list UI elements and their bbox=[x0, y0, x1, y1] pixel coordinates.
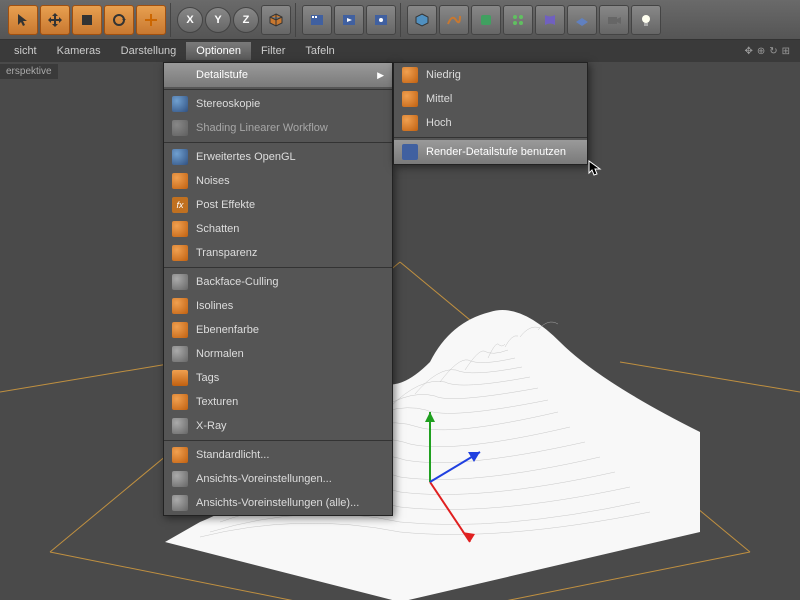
nav-icon[interactable]: ⊞ bbox=[782, 46, 790, 57]
menu-item-label: X-Ray bbox=[196, 420, 227, 432]
menu-item[interactable]: Ansichts-Voreinstellungen (alle)... bbox=[164, 491, 392, 515]
menu-item[interactable]: Normalen bbox=[164, 342, 392, 366]
render-btn-3[interactable] bbox=[366, 5, 396, 35]
optionen-dropdown: Detailstufe ▶ Stereoskopie Shading Linearer… bbox=[163, 62, 393, 516]
menu-sicht[interactable]: sicht bbox=[4, 42, 47, 60]
axis-move-tool[interactable] bbox=[136, 5, 166, 35]
nav-icon[interactable]: ↻ bbox=[769, 46, 777, 57]
menu-item-label: Standardlicht... bbox=[196, 449, 269, 461]
menu-right-icons: ✥ ⊕ ↻ ⊞ bbox=[744, 46, 796, 57]
menu-item[interactable]: Isolines bbox=[164, 294, 392, 318]
menu-item[interactable]: Standardlicht... bbox=[164, 443, 392, 467]
menu-item-label: Ansichts-Voreinstellungen (alle)... bbox=[196, 497, 359, 509]
viewport-menubar: sicht Kameras Darstellung Optionen Filte… bbox=[0, 40, 800, 62]
menu-item-label: Shading Linearer Workflow bbox=[196, 122, 328, 134]
submenu-item[interactable]: Render-Detailstufe benutzen bbox=[394, 140, 587, 164]
submenu-item[interactable]: Hoch bbox=[394, 111, 587, 135]
menu-kameras[interactable]: Kameras bbox=[47, 42, 111, 60]
submenu-item[interactable]: Mittel bbox=[394, 87, 587, 111]
menu-item[interactable]: Ebenenfarbe bbox=[164, 318, 392, 342]
main-toolbar: X Y Z bbox=[0, 0, 800, 40]
menu-tafeln[interactable]: Tafeln bbox=[295, 42, 344, 60]
viewport-label: erspektive bbox=[0, 64, 58, 79]
menu-item-label: Ebenenfarbe bbox=[196, 324, 259, 336]
rotate-tool[interactable] bbox=[104, 5, 134, 35]
menu-item[interactable]: Stereoskopie bbox=[164, 92, 392, 116]
prim-floor[interactable] bbox=[567, 5, 597, 35]
transform-tools bbox=[4, 3, 171, 37]
menu-item[interactable]: Erweitertes OpenGL bbox=[164, 145, 392, 169]
separator bbox=[394, 137, 587, 138]
menu-item-label: Texturen bbox=[196, 396, 238, 408]
menu-item-label: Normalen bbox=[196, 348, 244, 360]
z-axis-toggle[interactable]: Z bbox=[233, 7, 259, 33]
menu-item[interactable]: Shading Linearer Workflow bbox=[164, 116, 392, 140]
separator bbox=[164, 267, 392, 268]
menu-item-label: Isolines bbox=[196, 300, 233, 312]
move-tool[interactable] bbox=[40, 5, 70, 35]
menu-item-label: Erweitertes OpenGL bbox=[196, 151, 296, 163]
y-axis-toggle[interactable]: Y bbox=[205, 7, 231, 33]
menu-item[interactable]: Noises bbox=[164, 169, 392, 193]
menu-item-label: Noises bbox=[196, 175, 230, 187]
menu-item-label: Schatten bbox=[196, 223, 239, 235]
detailstufe-submenu: Niedrig Mittel Hoch Render-Detailstufe benu… bbox=[393, 62, 588, 165]
prim-nurbs[interactable] bbox=[471, 5, 501, 35]
select-tool[interactable] bbox=[8, 5, 38, 35]
menu-item-label: Stereoskopie bbox=[196, 98, 260, 110]
submenu-item-label: Mittel bbox=[426, 93, 452, 105]
menu-item[interactable]: Texturen bbox=[164, 390, 392, 414]
nav-icon[interactable]: ⊕ bbox=[757, 46, 765, 57]
primitive-tools bbox=[403, 3, 665, 37]
render-btn-2[interactable] bbox=[334, 5, 364, 35]
menu-item[interactable]: Schatten bbox=[164, 217, 392, 241]
x-axis-toggle[interactable]: X bbox=[177, 7, 203, 33]
menu-item-label: Ansichts-Voreinstellungen... bbox=[196, 473, 332, 485]
menu-item-label: Backface-Culling bbox=[196, 276, 279, 288]
menu-item[interactable]: Tags bbox=[164, 366, 392, 390]
render-tools bbox=[298, 3, 401, 37]
prim-spline[interactable] bbox=[439, 5, 469, 35]
cube-tool[interactable] bbox=[261, 5, 291, 35]
submenu-item-label: Hoch bbox=[426, 117, 452, 129]
menu-optionen[interactable]: Optionen bbox=[186, 42, 251, 60]
separator bbox=[164, 142, 392, 143]
menu-item[interactable]: Ansichts-Voreinstellungen... bbox=[164, 467, 392, 491]
chevron-right-icon: ▶ bbox=[377, 70, 384, 81]
menu-item[interactable]: Backface-Culling bbox=[164, 270, 392, 294]
menu-item-label: Tags bbox=[196, 372, 219, 384]
separator bbox=[164, 89, 392, 90]
axis-tools: X Y Z bbox=[173, 3, 296, 37]
separator bbox=[164, 440, 392, 441]
menu-item[interactable]: X-Ray bbox=[164, 414, 392, 438]
prim-array[interactable] bbox=[503, 5, 533, 35]
menu-item-label: Detailstufe bbox=[196, 69, 248, 81]
menu-item[interactable]: fxPost Effekte bbox=[164, 193, 392, 217]
menu-filter[interactable]: Filter bbox=[251, 42, 295, 60]
render-btn-1[interactable] bbox=[302, 5, 332, 35]
menu-item-label: Transparenz bbox=[196, 247, 257, 259]
menu-item-label: Post Effekte bbox=[196, 199, 255, 211]
scale-tool[interactable] bbox=[72, 5, 102, 35]
prim-light[interactable] bbox=[631, 5, 661, 35]
nav-icon[interactable]: ✥ bbox=[744, 46, 752, 57]
submenu-item-label: Niedrig bbox=[426, 69, 461, 81]
prim-cube[interactable] bbox=[407, 5, 437, 35]
prim-deform[interactable] bbox=[535, 5, 565, 35]
menu-darstellung[interactable]: Darstellung bbox=[111, 42, 187, 60]
menu-item[interactable]: Detailstufe ▶ bbox=[164, 63, 392, 87]
submenu-item-label: Render-Detailstufe benutzen bbox=[426, 146, 566, 158]
menu-item[interactable]: Transparenz bbox=[164, 241, 392, 265]
prim-camera[interactable] bbox=[599, 5, 629, 35]
submenu-item[interactable]: Niedrig bbox=[394, 63, 587, 87]
